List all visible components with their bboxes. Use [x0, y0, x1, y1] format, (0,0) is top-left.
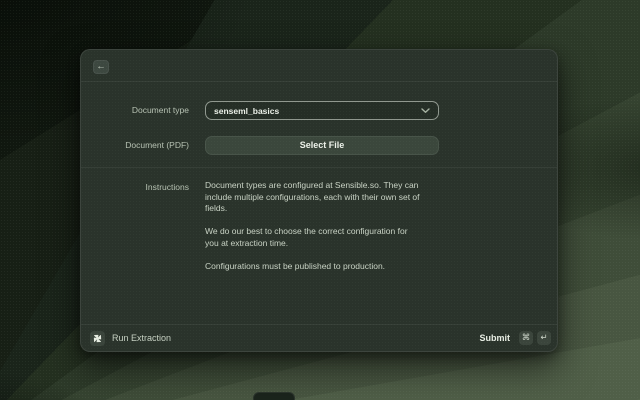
- instructions-label: Instructions: [81, 181, 189, 193]
- background-window-notch: [253, 392, 295, 400]
- document-type-value: senseml_basics: [214, 106, 415, 116]
- section-divider: [81, 167, 557, 168]
- command-key-icon: ⌘: [519, 331, 533, 345]
- action-bar-left[interactable]: Run Extraction: [90, 331, 480, 346]
- return-key-icon: ↵: [537, 331, 551, 345]
- submit-action[interactable]: Submit ⌘ ↵: [480, 331, 552, 345]
- instructions-text: Document types are configured at Sensibl…: [205, 180, 457, 272]
- document-type-dropdown[interactable]: senseml_basics: [205, 101, 439, 120]
- back-arrow-icon: ←: [96, 61, 106, 72]
- action-bar: Run Extraction Submit ⌘ ↵: [81, 324, 557, 351]
- pinwheel-logo-icon: [92, 333, 103, 344]
- extension-icon-tile: [90, 331, 105, 346]
- document-pdf-label: Document (PDF): [81, 136, 189, 155]
- extension-form-window: ← Document type senseml_basics Document …: [80, 49, 558, 352]
- select-file-button[interactable]: Select File: [205, 136, 439, 155]
- back-button[interactable]: ←: [93, 60, 109, 74]
- run-extraction-label: Run Extraction: [112, 333, 171, 343]
- chevron-down-icon: [421, 108, 430, 114]
- submit-label: Submit: [480, 333, 511, 343]
- document-type-label: Document type: [81, 101, 189, 120]
- window-header: ←: [81, 50, 557, 82]
